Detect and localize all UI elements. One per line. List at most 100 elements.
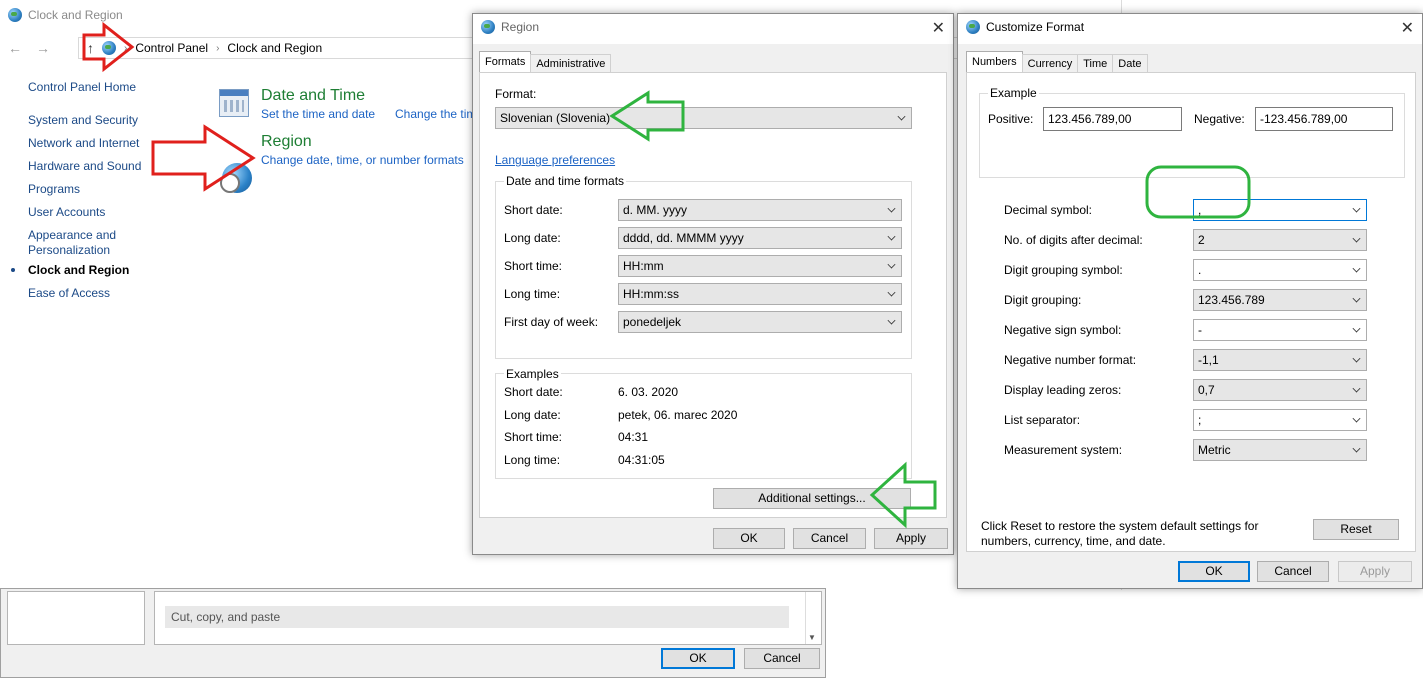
close-icon[interactable]: ✕ [932, 18, 945, 38]
positive-label: Positive: [988, 112, 1034, 126]
bottom-ok-button[interactable]: OK [661, 648, 735, 669]
region-icon [220, 163, 252, 193]
breadcrumb-control-panel[interactable]: Control Panel [135, 41, 208, 55]
format-select[interactable]: Slovenian (Slovenia) [495, 107, 912, 129]
region-title[interactable]: Region [261, 133, 312, 151]
digit-grouping-symbol-select[interactable]: . [1193, 259, 1367, 281]
example-long-date-value: petek, 06. marec 2020 [618, 408, 738, 422]
chevron-down-icon [1352, 414, 1361, 423]
short-date-label: Short date: [504, 203, 563, 217]
chevron-down-icon [887, 232, 896, 241]
tab-strip: Formats Administrative [479, 51, 612, 72]
example-short-date-value: 6. 03. 2020 [618, 385, 679, 399]
settings-panel: Cut, copy, and paste ▼ [154, 591, 822, 645]
tab-numbers[interactable]: Numbers [966, 51, 1023, 72]
set-time-date-link[interactable]: Set the time and date [261, 107, 375, 121]
digit-grouping-select[interactable]: 123.456.789 [1193, 289, 1367, 311]
region-globe-icon [481, 20, 495, 34]
change-formats-link[interactable]: Change date, time, or number formats [261, 153, 464, 167]
chevron-down-icon [897, 112, 906, 121]
list-separator-select[interactable]: ; [1193, 409, 1367, 431]
digit-grouping-symbol-label: Digit grouping symbol: [1004, 263, 1123, 277]
chevron-down-icon [1352, 384, 1361, 393]
breadcrumb-clock-region[interactable]: Clock and Region [227, 41, 322, 55]
leading-zeros-select[interactable]: 0,7 [1193, 379, 1367, 401]
date-time-icon [219, 89, 249, 117]
change-time-zone-link[interactable]: Change the time zone [395, 107, 473, 121]
short-date-select[interactable]: d. MM. yyyy [618, 199, 902, 221]
sidebar-item-network[interactable]: Network and Internet [28, 136, 139, 151]
negative-label-text: Negative: [1194, 112, 1245, 126]
window-title: Clock and Region [8, 8, 123, 22]
customize-ok-button[interactable]: OK [1178, 561, 1250, 582]
forward-arrow-icon[interactable]: → [36, 40, 50, 56]
reset-button[interactable]: Reset [1313, 519, 1399, 540]
long-date-label: Long date: [504, 231, 561, 245]
sidebar-item-appearance[interactable]: Appearance and Personalization [28, 228, 116, 258]
section-header: Cut, copy, and paste [165, 606, 789, 628]
title-bar [473, 14, 953, 44]
chevron-down-icon [1352, 234, 1361, 243]
chevron-right-icon: › [216, 42, 220, 54]
customize-format-dialog: Customize Format ✕ Numbers Currency Time… [957, 13, 1423, 589]
tab-administrative[interactable]: Administrative [530, 54, 612, 72]
sidebar-home-link[interactable]: Control Panel Home [28, 80, 136, 95]
sidebar-item-clock-region[interactable]: Clock and Region [11, 263, 129, 278]
tab-formats[interactable]: Formats [479, 51, 532, 72]
reset-note: Click Reset to restore the system defaul… [981, 519, 1259, 548]
bottom-cancel-button[interactable]: Cancel [744, 648, 820, 669]
region-apply-button[interactable]: Apply [874, 528, 948, 549]
digits-after-decimal-select[interactable]: 2 [1193, 229, 1367, 251]
language-preferences-link[interactable]: Language preferences [495, 153, 615, 167]
examples-label: Examples [504, 367, 561, 381]
decimal-symbol-select[interactable]: , [1193, 199, 1367, 221]
up-arrow-icon[interactable]: ↑ [87, 40, 94, 56]
sidebar-item-programs[interactable]: Programs [28, 182, 80, 197]
tab-currency[interactable]: Currency [1021, 54, 1079, 72]
negative-number-format-select[interactable]: -1,1 [1193, 349, 1367, 371]
customize-cancel-button[interactable]: Cancel [1257, 561, 1329, 582]
first-day-select[interactable]: ponedeljek [618, 311, 902, 333]
negative-example-field: -123.456.789,00 [1255, 107, 1393, 131]
sidebar-item-system-security[interactable]: System and Security [28, 113, 138, 128]
close-icon[interactable]: ✕ [1401, 18, 1414, 38]
example-short-time-label: Short time: [504, 430, 563, 444]
sidebar-item-ease-of-access[interactable]: Ease of Access [28, 286, 110, 301]
short-time-select[interactable]: HH:mm [618, 255, 902, 277]
negative-sign-select[interactable]: - [1193, 319, 1367, 341]
chevron-down-icon [887, 288, 896, 297]
numbers-panel: Example Positive: 123.456.789,00 Negativ… [966, 72, 1416, 552]
example-short-date-label: Short date: [504, 385, 563, 399]
sidebar-item-user-accounts[interactable]: User Accounts [28, 205, 105, 220]
region-ok-button[interactable]: OK [713, 528, 785, 549]
chevron-down-icon [887, 204, 896, 213]
back-arrow-icon[interactable]: ← [8, 40, 22, 56]
current-item-bullet [11, 268, 15, 272]
sidebar-item-hardware[interactable]: Hardware and Sound [28, 159, 141, 174]
scroll-down-icon[interactable]: ▼ [808, 633, 816, 642]
tab-date[interactable]: Date [1112, 54, 1148, 72]
chevron-down-icon [1352, 444, 1361, 453]
date-time-title[interactable]: Date and Time [261, 87, 365, 105]
measurement-system-label: Measurement system: [1004, 443, 1123, 457]
example-group: Example Positive: 123.456.789,00 Negativ… [979, 86, 1405, 178]
long-time-select[interactable]: HH:mm:ss [618, 283, 902, 305]
measurement-system-select[interactable]: Metric [1193, 439, 1367, 461]
date-time-formats-group: Date and time formats Short date: d. MM.… [495, 174, 912, 359]
format-label: Format: [495, 87, 537, 101]
example-long-time-value: 04:31:05 [618, 453, 665, 467]
category-list[interactable] [7, 591, 145, 645]
customize-apply-button[interactable]: Apply [1338, 561, 1412, 582]
long-date-select[interactable]: dddd, dd. MMMM yyyy [618, 227, 902, 249]
formats-panel: Format: Slovenian (Slovenia) Language pr… [479, 72, 947, 518]
region-cancel-button[interactable]: Cancel [793, 528, 866, 549]
short-time-label: Short time: [504, 259, 563, 273]
chevron-right-icon: › [124, 42, 128, 54]
scrollbar[interactable]: ▼ [805, 592, 819, 644]
digits-after-decimal-label: No. of digits after decimal: [1004, 233, 1143, 247]
additional-settings-button[interactable]: Additional settings... [713, 488, 911, 509]
leading-zeros-label: Display leading zeros: [1004, 383, 1122, 397]
decimal-symbol-label: Decimal symbol: [1004, 203, 1093, 217]
tab-time[interactable]: Time [1077, 54, 1114, 72]
tab-strip: Numbers Currency Time Date [966, 51, 1148, 72]
